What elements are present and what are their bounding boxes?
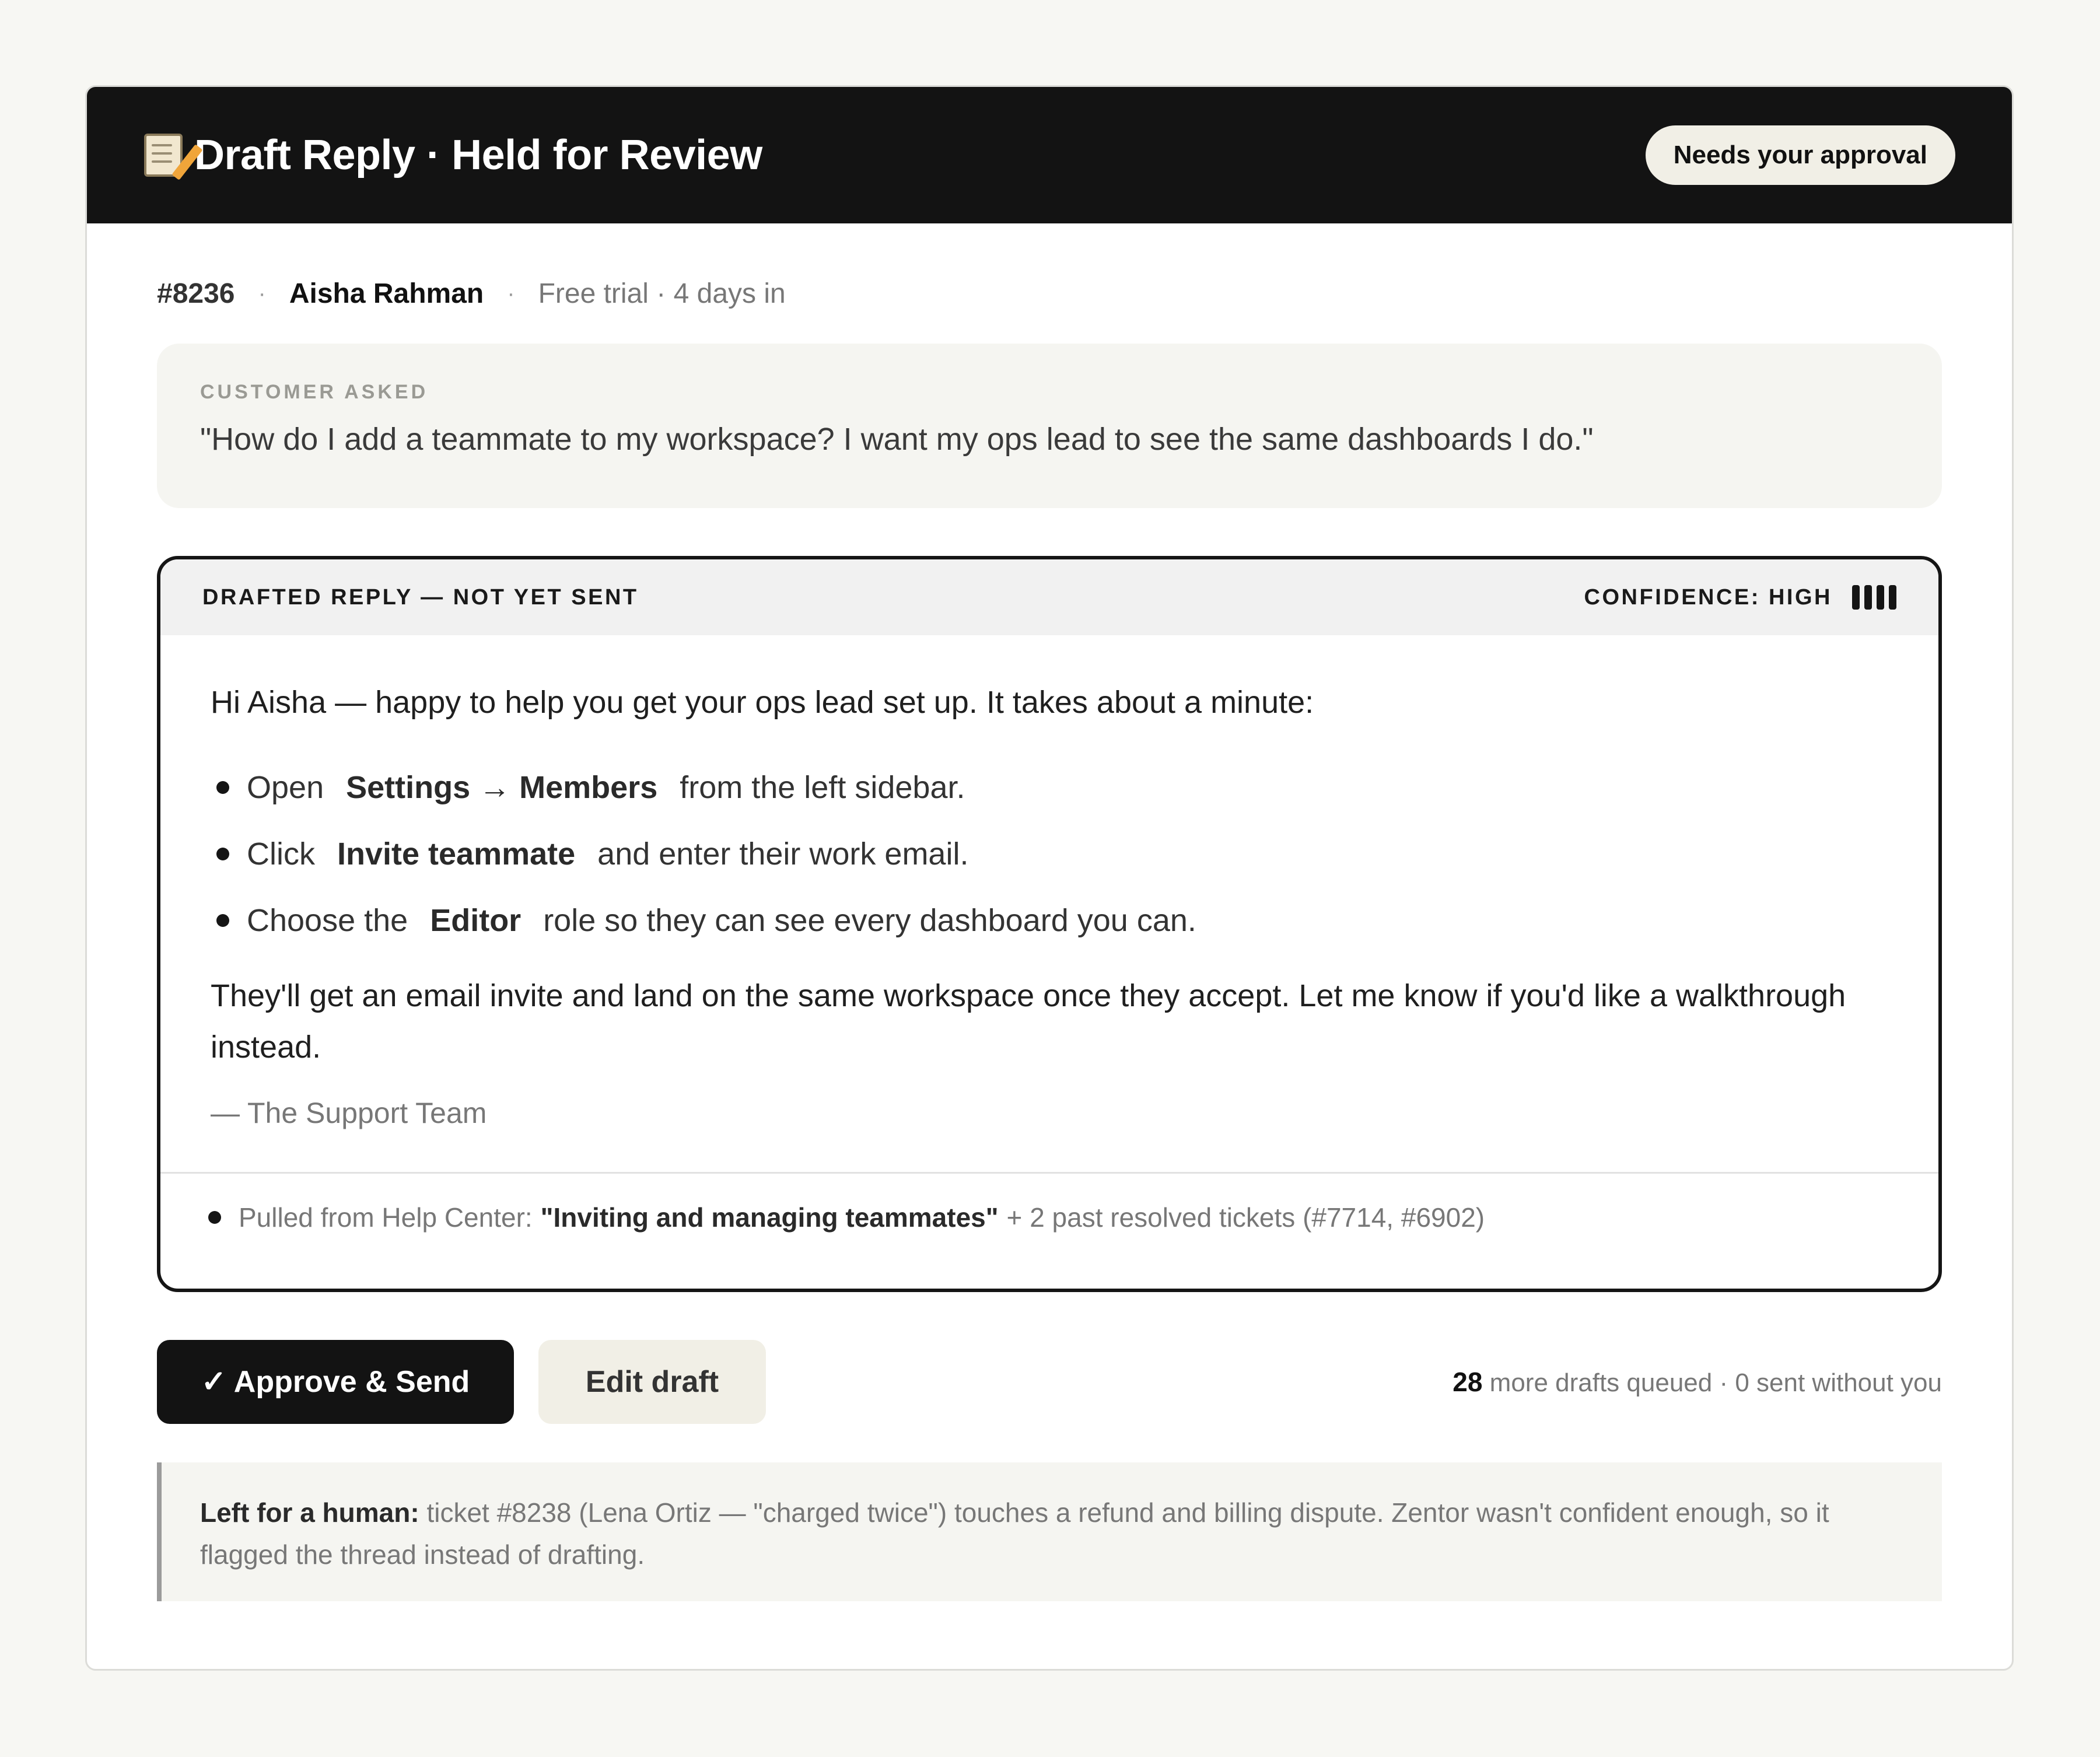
reply-greeting: Hi Aisha — happy to help you get your op… (211, 685, 1314, 720)
ticket-meta: #8236 · Aisha Rahman · Free trial · 4 da… (157, 275, 1942, 312)
list-item: Choose the Editor role so they can see e… (211, 887, 1888, 954)
help-center-article: "Inviting and managing teammates" (540, 1202, 999, 1233)
confidence-bars-icon (1847, 585, 1896, 610)
list-item: Click Invite teammate and enter their wo… (211, 821, 1888, 887)
reply-outro: They'll get an email invite and land on … (211, 978, 1846, 1065)
approve-send-button[interactable]: ✓ Approve & Send (157, 1340, 514, 1424)
page-title: Draft Reply · Held for Review (144, 131, 762, 180)
customer-name: Aisha Rahman (289, 278, 484, 309)
review-card: Draft Reply · Held for Review Needs your… (85, 85, 2014, 1671)
memo-icon (144, 134, 203, 180)
action-bar: ✓ Approve & Send Edit draft 28 more draf… (157, 1340, 1942, 1424)
status-badge: Needs your approval (1645, 125, 1955, 185)
customer-plan: Free trial · 4 days in (538, 278, 786, 309)
human-handoff-note: Left for a human: ticket #8238 (Lena Ort… (157, 1462, 1942, 1601)
list-item: Open Settings → Members from the left si… (211, 754, 1888, 821)
confidence-label: CONFIDENCE: HIGH (1584, 584, 1832, 610)
edit-draft-button[interactable]: Edit draft (538, 1340, 766, 1424)
drafted-reply-label: DRAFTED REPLY — NOT YET SENT (202, 584, 639, 610)
bullet-icon (208, 1210, 221, 1224)
handoff-label: Left for a human: (200, 1497, 419, 1528)
reply-signature: — The Support Team (211, 1097, 487, 1129)
bullet-icon (216, 914, 229, 927)
drafted-reply-body: Hi Aisha — happy to help you get your op… (160, 635, 1938, 1130)
ticket-id: #8236 (157, 278, 235, 309)
confidence-indicator: CONFIDENCE: HIGH (1584, 585, 1896, 610)
queue-status: 28 more drafts queued · 0 sent without y… (1452, 1367, 1942, 1397)
reply-steps: Open Settings → Members from the left si… (211, 754, 1888, 954)
drafted-reply-header: DRAFTED REPLY — NOT YET SENT CONFIDENCE:… (160, 559, 1938, 635)
bullet-icon (216, 848, 229, 860)
bullet-icon (216, 781, 229, 794)
header-bar: Draft Reply · Held for Review Needs your… (87, 87, 2012, 223)
handoff-text: ticket #8238 (Lena Ortiz — "charged twic… (200, 1497, 1829, 1570)
queue-count: 28 (1452, 1367, 1483, 1397)
customer-question-text: "How do I add a teammate to my workspace… (200, 422, 1594, 457)
draft-source: Pulled from Help Center: "Inviting and m… (160, 1172, 1938, 1261)
separator: · (258, 280, 266, 306)
separator: · (507, 280, 515, 306)
drafted-reply-panel: DRAFTED REPLY — NOT YET SENT CONFIDENCE:… (157, 556, 1942, 1292)
customer-question-panel: CUSTOMER ASKED "How do I add a teammate … (157, 344, 1942, 508)
customer-question-label: CUSTOMER ASKED (200, 381, 429, 403)
page-title-text: Draft Reply · Held for Review (194, 132, 762, 178)
